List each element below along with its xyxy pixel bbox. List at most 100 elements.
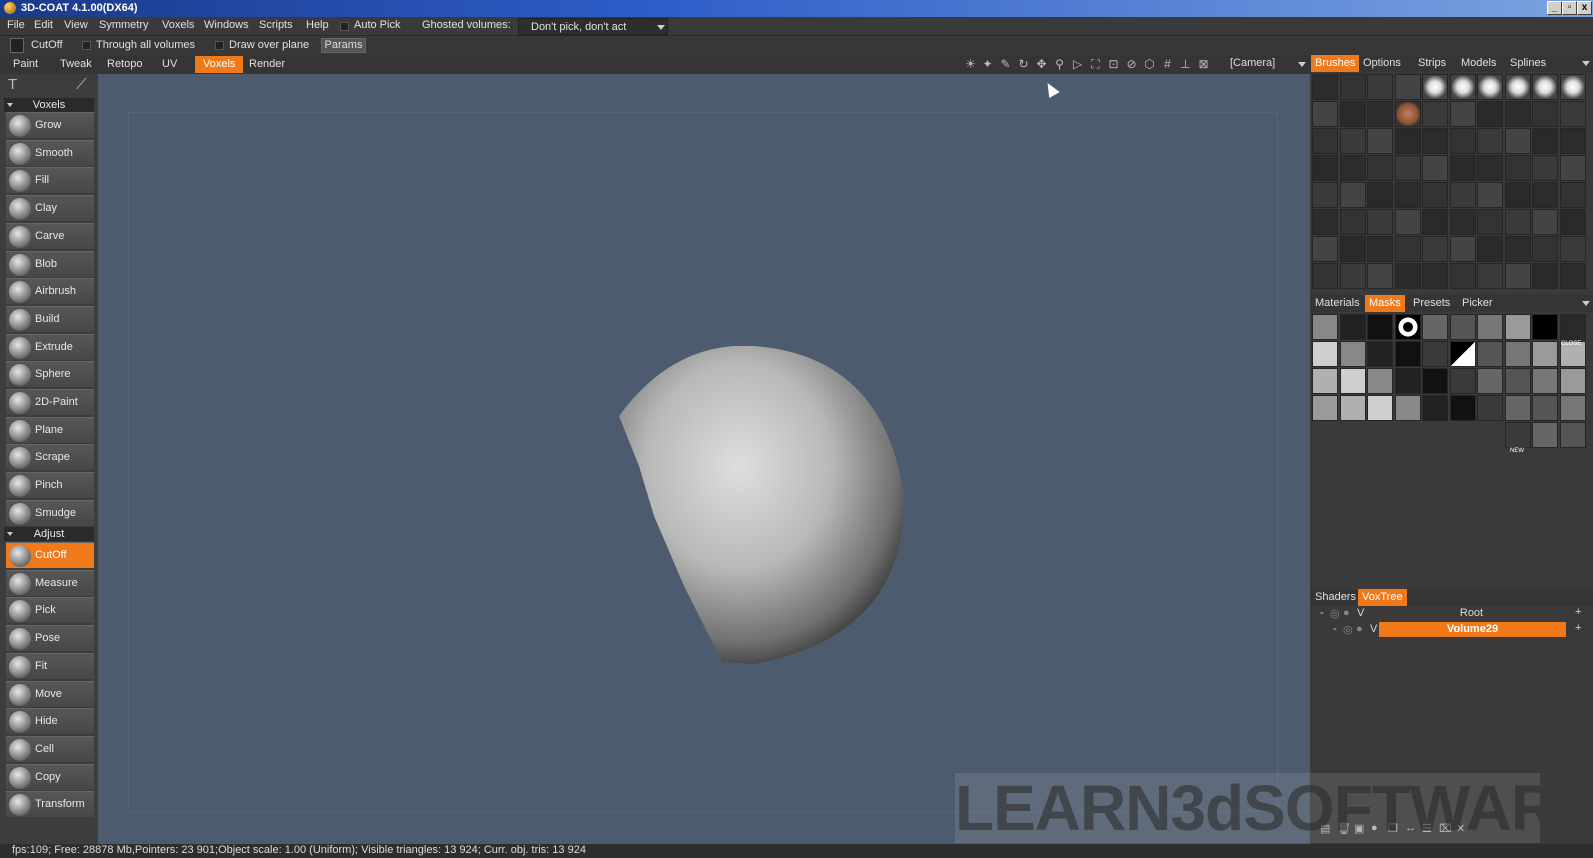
camera-dropdown[interactable]: [Camera] xyxy=(1226,56,1306,72)
brush-alpha-cell[interactable] xyxy=(1532,155,1558,181)
mask-cell[interactable] xyxy=(1394,314,1421,340)
brush-alpha-cell[interactable] xyxy=(1312,263,1338,289)
brush-alpha-cell[interactable] xyxy=(1477,182,1503,208)
tool-airbrush[interactable]: Airbrush xyxy=(6,278,94,305)
mask-cell[interactable] xyxy=(1532,395,1558,421)
brush-alpha-cell[interactable] xyxy=(1312,155,1338,181)
brush-alpha-cell[interactable] xyxy=(1367,155,1393,181)
brush-alpha-cell[interactable] xyxy=(1449,209,1476,235)
tab-materials[interactable]: Materials xyxy=(1311,295,1364,312)
maximize-button[interactable]: ▫ xyxy=(1562,1,1577,15)
auto-pick-checkbox[interactable] xyxy=(340,22,349,31)
panel-menu-icon[interactable] xyxy=(1582,301,1590,306)
brush-alpha-cell[interactable] xyxy=(1504,236,1531,262)
add-layer-icon[interactable]: + xyxy=(1575,606,1581,618)
brush-alpha-cell[interactable] xyxy=(1422,74,1448,100)
params-button[interactable]: Params xyxy=(321,38,366,53)
close-mask-label[interactable]: CLOSE xyxy=(1561,341,1581,347)
tool-fill[interactable]: Fill xyxy=(6,167,94,194)
add-layer-icon[interactable]: + xyxy=(1575,622,1581,634)
mask-cell[interactable] xyxy=(1422,368,1448,394)
brush-alpha-cell[interactable] xyxy=(1339,236,1366,262)
collapse-icon[interactable]: - xyxy=(1333,623,1337,635)
brush-alpha-cell[interactable] xyxy=(1559,155,1586,181)
brush-alpha-cell[interactable] xyxy=(1477,236,1503,262)
mask-cell[interactable] xyxy=(1422,395,1448,421)
mask-cell[interactable] xyxy=(1504,341,1531,367)
tab-models[interactable]: Models xyxy=(1457,55,1500,72)
brush-alpha-cell[interactable] xyxy=(1532,74,1558,100)
visibility-toggle[interactable]: V xyxy=(1370,623,1377,635)
tool-2d-paint[interactable]: 2D-Paint xyxy=(6,389,94,415)
brush-alpha-cell[interactable] xyxy=(1394,128,1421,154)
light-icon[interactable]: ☀ xyxy=(964,58,977,71)
adjust-section-header[interactable]: Adjust xyxy=(4,527,94,541)
tab-shaders[interactable]: Shaders xyxy=(1311,589,1360,606)
tab-voxels[interactable]: Voxels xyxy=(195,56,244,73)
mask-cell[interactable] xyxy=(1312,341,1338,367)
mask-cell[interactable] xyxy=(1339,395,1366,421)
brush-alpha-cell[interactable] xyxy=(1422,155,1448,181)
menu-help[interactable]: Help xyxy=(306,19,329,31)
menu-voxels[interactable]: Voxels xyxy=(162,19,194,31)
mask-cell[interactable] xyxy=(1339,341,1366,367)
tool-cutoff[interactable]: CutOff xyxy=(6,542,94,568)
cube-icon[interactable]: ⬡ xyxy=(1143,58,1156,71)
tab-options[interactable]: Options xyxy=(1359,55,1405,72)
brush-alpha-cell[interactable] xyxy=(1339,182,1366,208)
brush-alpha-cell[interactable] xyxy=(1312,74,1338,100)
tool-measure[interactable]: Measure xyxy=(6,569,94,596)
mask-cell[interactable] xyxy=(1394,368,1421,394)
mask-cell[interactable] xyxy=(1449,314,1476,340)
mask-cell[interactable] xyxy=(1367,341,1393,367)
brush-alpha-cell[interactable] xyxy=(1367,74,1393,100)
brush-alpha-cell[interactable] xyxy=(1394,182,1421,208)
mask-cell[interactable] xyxy=(1367,368,1393,394)
eye-icon[interactable]: ◎ xyxy=(1343,623,1353,636)
mask-cell[interactable] xyxy=(1504,395,1531,421)
mask-cell[interactable] xyxy=(1394,341,1421,367)
tab-uv[interactable]: UV xyxy=(154,56,185,73)
tab-splines[interactable]: Splines xyxy=(1506,55,1550,72)
menu-windows[interactable]: Windows xyxy=(204,19,249,31)
no-symbol-icon[interactable]: ⊘ xyxy=(1125,58,1138,71)
ghosted-volumes-dropdown[interactable]: Don't pick, don't act xyxy=(518,18,668,35)
brush-alpha-cell[interactable] xyxy=(1422,209,1448,235)
brush-alpha-cell[interactable] xyxy=(1504,128,1531,154)
tool-build[interactable]: Build xyxy=(6,305,94,332)
brush-alpha-cell[interactable] xyxy=(1312,209,1338,235)
menu-file[interactable]: File xyxy=(7,19,25,31)
minimize-button[interactable]: _ xyxy=(1547,1,1562,15)
tab-picker[interactable]: Picker xyxy=(1458,295,1497,312)
brush-alpha-cell[interactable] xyxy=(1504,155,1531,181)
maximize-viewport-icon[interactable]: ⊠ xyxy=(1197,58,1210,71)
mask-cell[interactable] xyxy=(1449,341,1476,367)
brush-alpha-cell[interactable] xyxy=(1477,128,1503,154)
mask-cell[interactable] xyxy=(1504,368,1531,394)
ghost-icon[interactable]: ● xyxy=(1356,623,1363,635)
brush-alpha-cell[interactable] xyxy=(1449,236,1476,262)
brush-alpha-cell[interactable] xyxy=(1339,209,1366,235)
brush-alpha-cell[interactable] xyxy=(1477,74,1503,100)
tool-fit[interactable]: Fit xyxy=(6,652,94,679)
brush-alpha-cell[interactable] xyxy=(1394,209,1421,235)
brush-alpha-cell[interactable] xyxy=(1367,182,1393,208)
mask-cell[interactable] xyxy=(1559,395,1586,421)
brush-alpha-cell[interactable] xyxy=(1559,101,1586,127)
menu-view[interactable]: View xyxy=(64,19,88,31)
brush-alpha-cell[interactable] xyxy=(1394,74,1421,100)
brush-alpha-cell[interactable] xyxy=(1312,182,1338,208)
tool-extrude[interactable]: Extrude xyxy=(6,333,94,360)
tool-pinch[interactable]: Pinch xyxy=(6,472,94,499)
tool-carve[interactable]: Carve xyxy=(6,222,94,249)
axis-icon[interactable]: ⊥ xyxy=(1179,58,1192,71)
brush-alpha-cell[interactable] xyxy=(1477,101,1503,127)
brush-alpha-cell[interactable] xyxy=(1477,155,1503,181)
brush-alpha-cell[interactable] xyxy=(1339,263,1366,289)
tab-strips[interactable]: Strips xyxy=(1414,55,1450,72)
mask-cell[interactable] xyxy=(1394,395,1421,421)
mask-cell[interactable] xyxy=(1532,314,1558,340)
brush-alpha-cell[interactable] xyxy=(1532,263,1558,289)
mask-cell[interactable] xyxy=(1449,368,1476,394)
brush-alpha-cell[interactable] xyxy=(1504,263,1531,289)
